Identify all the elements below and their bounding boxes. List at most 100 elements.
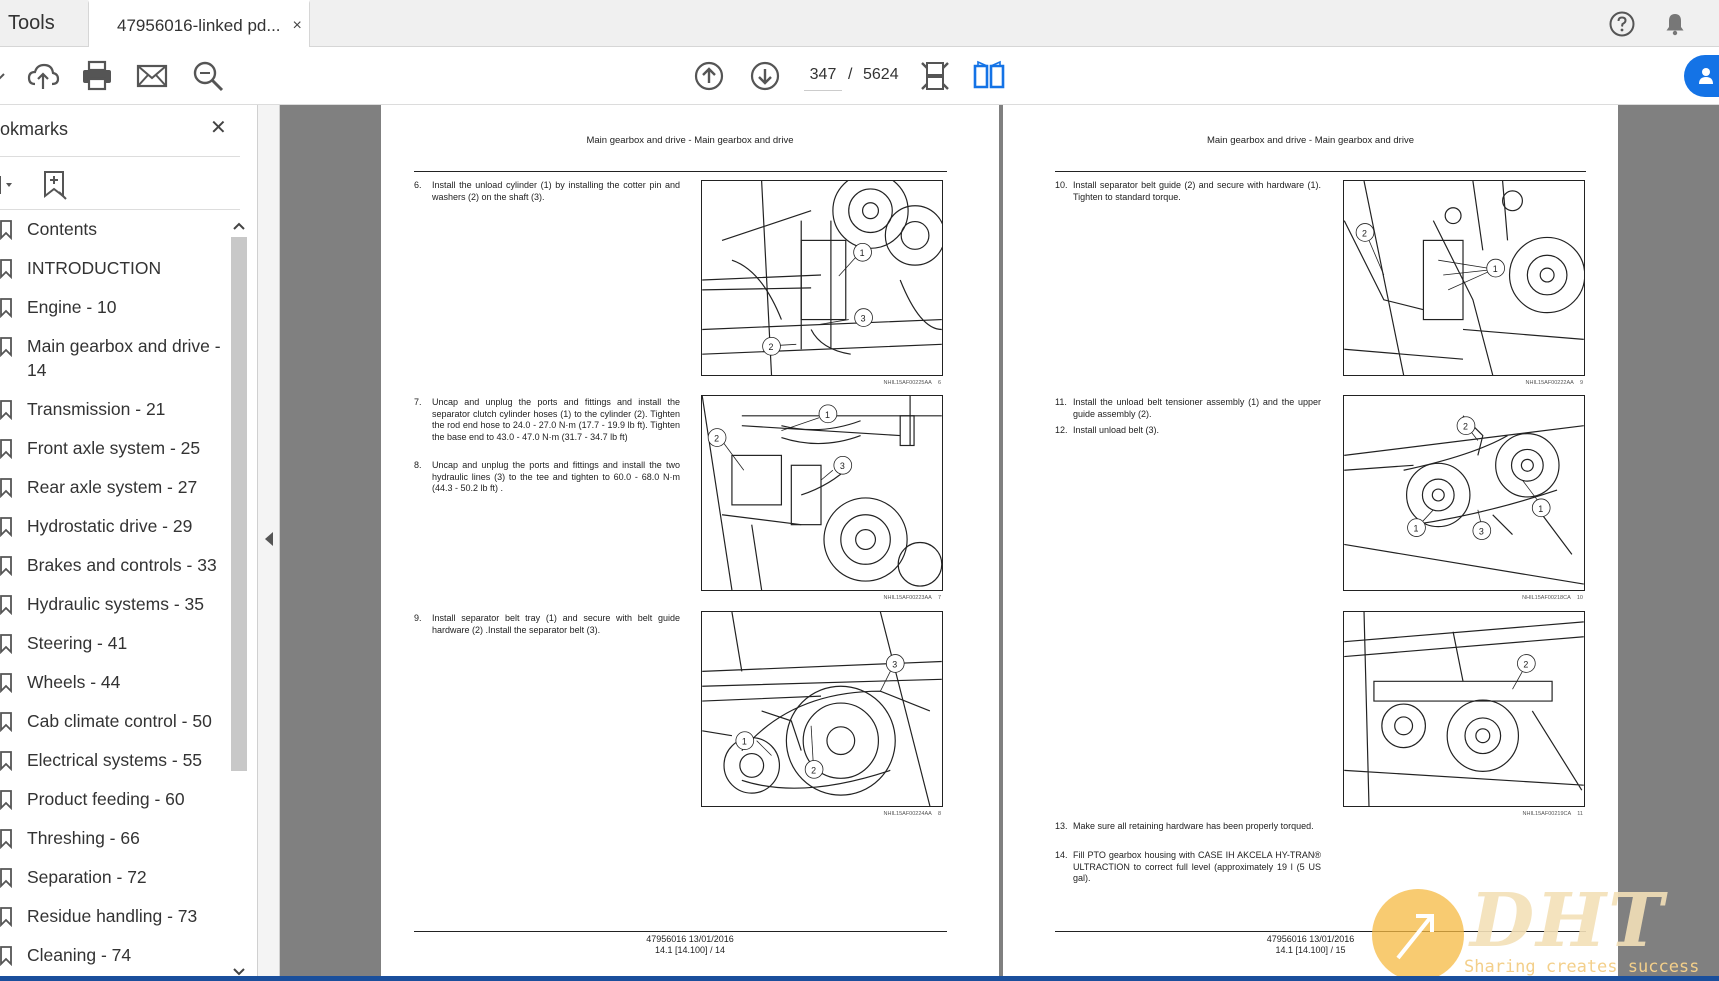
figure-8: 3 1 2 xyxy=(701,611,943,807)
print-icon[interactable] xyxy=(80,59,114,93)
bookmark-icon xyxy=(0,868,12,888)
bookmark-icon xyxy=(0,712,12,732)
bookmark-icon xyxy=(0,790,12,810)
page-total: 5624 xyxy=(863,66,899,83)
svg-text:1: 1 xyxy=(1538,504,1543,514)
footer-page-ref: 14.1 [14.100] / 14 xyxy=(654,945,726,955)
pdf-page-right: Main gearbox and drive - Main gearbox an… xyxy=(1003,105,1618,981)
step-text: Install separator belt guide (2) and sec… xyxy=(1073,180,1321,202)
page-separator: / xyxy=(848,66,853,83)
bookmark-item[interactable]: Residue handling - 73 xyxy=(0,904,228,928)
bookmark-label: Hydrostatic drive - 29 xyxy=(27,516,193,536)
figure-11: 2 xyxy=(1343,611,1585,807)
figure-caption: NHIL15AF00222AA 9 xyxy=(1525,380,1584,386)
sidebar-collapse-handle[interactable] xyxy=(258,105,280,981)
two-page-view-icon[interactable] xyxy=(972,59,1006,93)
bookmark-label: Hydraulic systems - 35 xyxy=(27,594,204,614)
figure-7: 1 2 3 xyxy=(701,395,943,591)
bookmark-label: Residue handling - 73 xyxy=(27,906,198,926)
bookmark-item[interactable]: Wheels - 44 xyxy=(0,670,228,694)
page-number-input[interactable]: 347 xyxy=(804,59,842,91)
svg-text:2: 2 xyxy=(811,765,816,775)
bookmark-options-icon[interactable] xyxy=(0,174,20,196)
step-10: 10. Install separator belt guide (2) and… xyxy=(1055,180,1321,203)
pdf-page-left: Main gearbox and drive - Main gearbox an… xyxy=(381,105,999,981)
step-13: 13. Make sure all retaining hardware has… xyxy=(1055,821,1321,833)
bookmark-label: Steering - 41 xyxy=(27,633,128,653)
close-icon[interactable]: ✕ xyxy=(210,117,232,139)
bookmark-item[interactable]: Engine - 10 xyxy=(0,295,228,319)
help-icon[interactable] xyxy=(1608,10,1636,38)
bookmark-item[interactable]: Separation - 72 xyxy=(0,865,228,889)
bookmark-icon xyxy=(0,400,12,420)
tab-document[interactable]: 47956016-linked pd... × xyxy=(88,0,310,48)
next-page-icon[interactable] xyxy=(748,59,782,93)
bookmark-item[interactable]: Rear axle system - 27 xyxy=(0,475,228,499)
svg-text:1: 1 xyxy=(860,248,865,258)
step-text: Fill PTO gearbox housing with CASE IH AK… xyxy=(1073,850,1321,883)
bookmark-icon xyxy=(0,220,12,240)
search-zoom-icon[interactable] xyxy=(191,59,225,93)
bookmark-icon xyxy=(0,634,12,654)
bookmark-item[interactable]: INTRODUCTION xyxy=(0,256,228,280)
step-text: Install separator belt tray (1) and secu… xyxy=(432,613,680,635)
previous-page-icon[interactable] xyxy=(692,59,726,93)
figure-illustration: 3 1 2 xyxy=(702,612,942,806)
bookmark-item[interactable]: Hydraulic systems - 35 xyxy=(0,592,228,616)
page-header: Main gearbox and drive - Main gearbox an… xyxy=(586,135,794,146)
cloud-upload-icon[interactable] xyxy=(26,59,60,93)
close-glyph: ✕ xyxy=(210,117,227,139)
bookmark-icon xyxy=(0,673,12,693)
step-number: 11. xyxy=(1055,397,1067,407)
divider xyxy=(0,209,240,210)
chevron-down-icon[interactable] xyxy=(0,59,8,93)
bookmark-item[interactable]: Main gearbox and drive - 14 xyxy=(0,334,228,382)
step-number: 14. xyxy=(1055,850,1068,860)
svg-text:3: 3 xyxy=(1479,527,1484,537)
bookmark-label: Rear axle system - 27 xyxy=(27,477,198,497)
bookmark-item[interactable]: Transmission - 21 xyxy=(0,397,228,421)
document-viewer[interactable]: Main gearbox and drive - Main gearbox an… xyxy=(280,105,1719,981)
svg-text:2: 2 xyxy=(1463,422,1468,432)
bookmark-item[interactable]: Electrical systems - 55 xyxy=(0,748,228,772)
scroll-up-icon[interactable] xyxy=(233,221,245,231)
bookmark-item[interactable]: Product feeding - 60 xyxy=(0,787,228,811)
bookmark-item[interactable]: Front axle system - 25 xyxy=(0,436,228,460)
bookmark-item[interactable]: Hydrostatic drive - 29 xyxy=(0,514,228,538)
bookmark-scrollbar[interactable] xyxy=(230,217,248,981)
mail-icon[interactable] xyxy=(135,59,169,93)
tab-close-icon[interactable]: × xyxy=(293,17,302,35)
step-text: Uncap and unplug the ports and fittings … xyxy=(432,460,680,493)
step-14: 14. Fill PTO gearbox housing with CASE I… xyxy=(1055,850,1321,885)
bookmark-label: Engine - 10 xyxy=(27,297,117,317)
bookmark-label: Product feeding - 60 xyxy=(27,789,185,809)
step-text: Uncap and unplug the ports and fittings … xyxy=(432,397,680,442)
bookmark-label: Contents xyxy=(27,219,98,239)
tab-tools[interactable]: Tools xyxy=(0,0,63,47)
svg-text:2: 2 xyxy=(1523,659,1528,669)
bookmark-item[interactable]: Steering - 41 xyxy=(0,631,228,655)
figure-illustration: 2 xyxy=(1344,612,1584,806)
bookmark-label: Front axle system - 25 xyxy=(27,438,201,458)
bookmark-item[interactable]: Cab climate control - 50 xyxy=(0,709,228,733)
bookmark-item[interactable]: Brakes and controls - 33 xyxy=(0,553,228,577)
chevron-left-icon[interactable] xyxy=(263,531,275,547)
bookmarks-title: okmarks xyxy=(0,119,69,139)
fit-page-icon[interactable] xyxy=(918,59,952,93)
bookmark-icon xyxy=(0,439,12,459)
figure-illustration: 1 3 2 xyxy=(702,181,942,375)
share-button[interactable] xyxy=(1684,55,1719,97)
figure-illustration: 12 xyxy=(1344,181,1584,375)
svg-text:1: 1 xyxy=(742,737,747,747)
bell-icon[interactable] xyxy=(1661,10,1689,38)
bookmark-label: Transmission - 21 xyxy=(27,399,166,419)
svg-text:1: 1 xyxy=(825,410,830,420)
step-text: Install the unload belt tensioner assemb… xyxy=(1073,397,1321,419)
scroll-thumb[interactable] xyxy=(231,237,247,771)
bookmark-item[interactable]: Threshing - 66 xyxy=(0,826,228,850)
tab-document-label: 47956016-linked pd... xyxy=(117,15,281,35)
add-bookmark-icon[interactable] xyxy=(42,170,70,200)
step-12: 12. Install unload belt (3). xyxy=(1055,425,1321,437)
bookmark-item[interactable]: Contents xyxy=(0,217,228,241)
bookmark-item[interactable]: Cleaning - 74 xyxy=(0,943,228,967)
